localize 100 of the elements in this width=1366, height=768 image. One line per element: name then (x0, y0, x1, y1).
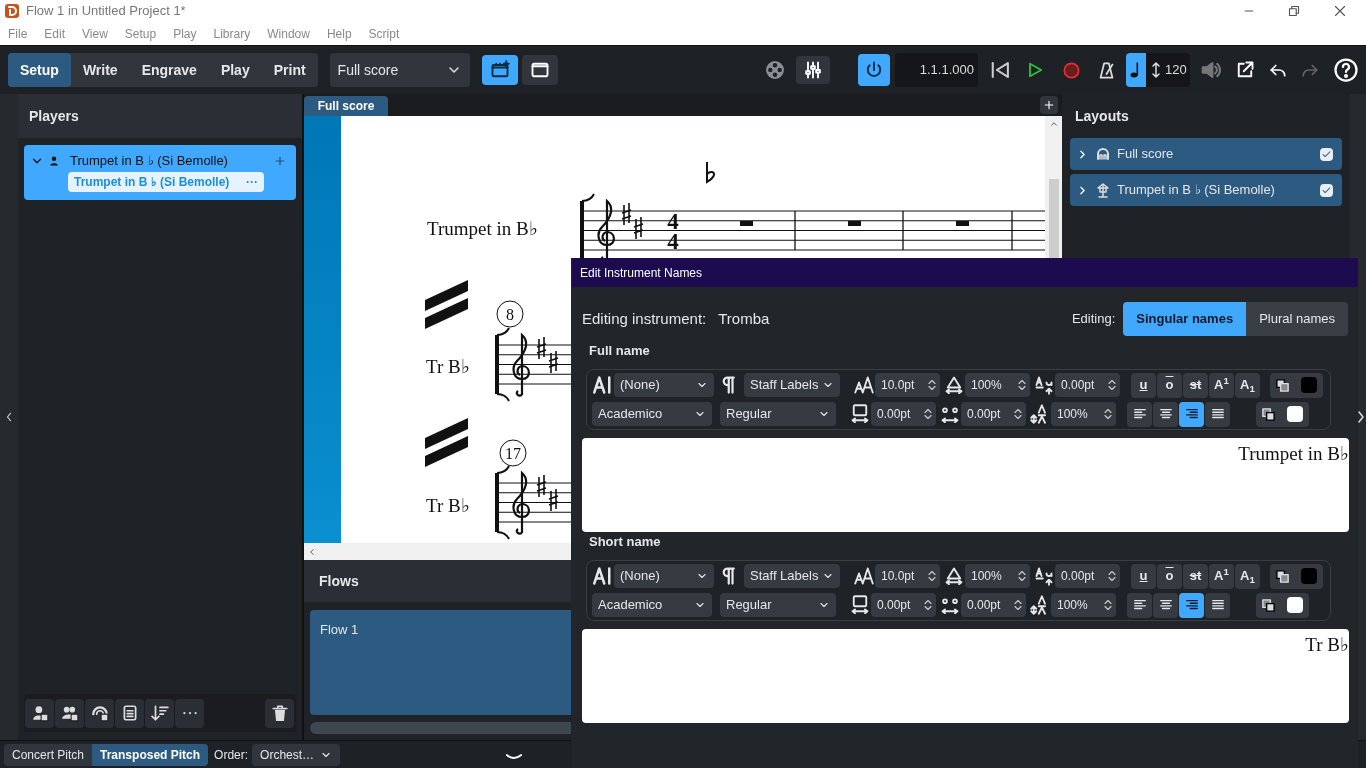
mixer-button[interactable] (796, 56, 830, 84)
metronome-icon[interactable] (1097, 60, 1116, 80)
style-dropdown[interactable]: Staff Labels (744, 373, 840, 397)
color-swatch-button[interactable] (1281, 592, 1309, 618)
number-field[interactable]: 10.0pt (875, 564, 940, 588)
align-button[interactable] (1179, 401, 1204, 427)
number-field[interactable]: 0.00pt (871, 402, 936, 426)
menu-item[interactable]: Script (368, 24, 400, 43)
align-button[interactable] (1153, 592, 1178, 618)
text-color-icon[interactable] (1275, 377, 1290, 393)
style-dropdown[interactable]: Regular (720, 402, 836, 426)
format-button[interactable]: A$^{1}$ (1209, 563, 1234, 589)
number-field[interactable]: 100% (965, 564, 1030, 588)
style-dropdown[interactable]: (None) (614, 373, 714, 397)
color-swatch-button[interactable] (1295, 372, 1323, 398)
align-button[interactable] (1153, 401, 1178, 427)
add-player-icon[interactable] (30, 704, 49, 722)
collapse-right-icon[interactable] (1358, 409, 1366, 425)
name-editor[interactable]: Trumpet in B♭ (582, 438, 1349, 532)
style-dropdown[interactable]: Academico (592, 402, 712, 426)
scroll-up-icon[interactable] (1048, 119, 1059, 129)
style-dropdown[interactable]: Regular (720, 593, 836, 617)
popout-icon[interactable] (1235, 60, 1255, 80)
align-button[interactable] (1205, 592, 1230, 618)
layout-item[interactable]: Full score (1070, 138, 1342, 170)
format-button[interactable]: A$^{1}$ (1209, 372, 1234, 398)
restore-icon[interactable] (1288, 5, 1300, 17)
format-button[interactable]: o (1157, 563, 1182, 589)
style-dropdown[interactable]: Academico (592, 593, 712, 617)
number-field[interactable]: 0.00pt (1055, 564, 1120, 588)
stepper-icon[interactable] (1012, 406, 1024, 422)
speaker-icon[interactable] (1200, 59, 1222, 81)
view-button[interactable] (521, 55, 558, 85)
pitch-toggle[interactable]: Transposed Pitch (92, 743, 209, 766)
checkbox[interactable] (1320, 183, 1333, 197)
number-field[interactable]: 0.00pt (961, 402, 1026, 426)
number-field[interactable]: 100% (1051, 593, 1116, 617)
format-button[interactable]: A$_{1}$ (1235, 372, 1260, 398)
view-button[interactable] (481, 55, 518, 85)
background-color-icon[interactable] (1261, 406, 1276, 422)
menu-item[interactable]: Setup (124, 24, 157, 43)
order-dropdown[interactable]: Orchest… (252, 743, 341, 766)
format-button[interactable]: st (1183, 372, 1208, 398)
stepper-icon[interactable] (1102, 597, 1114, 613)
style-dropdown[interactable]: (None) (614, 564, 714, 588)
menu-item[interactable]: Library (213, 24, 251, 43)
format-button[interactable]: u (1131, 372, 1156, 398)
mode-tab[interactable]: Play (208, 53, 262, 87)
format-button[interactable]: A$_{1}$ (1235, 563, 1260, 589)
add-tab-icon[interactable] (1043, 99, 1055, 111)
stepper-icon[interactable] (1106, 568, 1118, 584)
rewind-icon[interactable] (990, 59, 1012, 81)
layout-item[interactable]: Trumpet in B ♭ (Si Bemolle) (1070, 174, 1342, 206)
stepper-icon[interactable] (1016, 377, 1028, 393)
sort-icon[interactable] (150, 704, 169, 722)
player-card[interactable]: Trumpet in B ♭ (Si Bemolle) Trumpet in B ♭ (Si Bemolle) ··· (24, 145, 296, 200)
help-icon[interactable] (1334, 58, 1358, 82)
number-field[interactable]: 10.0pt (875, 373, 940, 397)
trash-icon[interactable] (270, 704, 289, 722)
number-field[interactable]: 0.00pt (871, 593, 936, 617)
stepper-icon[interactable] (922, 597, 934, 613)
record-icon[interactable] (1062, 60, 1081, 80)
align-button[interactable] (1127, 401, 1152, 427)
color-swatch-button[interactable] (1281, 401, 1309, 427)
align-button[interactable] (1205, 401, 1230, 427)
stepper-icon[interactable] (1016, 568, 1028, 584)
names-toggle[interactable]: Singular names (1123, 302, 1247, 336)
add-ensemble-icon[interactable] (90, 704, 109, 722)
plus-icon[interactable] (274, 155, 286, 167)
pitch-toggle[interactable]: Concert Pitch (4, 743, 93, 766)
checkbox[interactable] (1320, 147, 1333, 161)
stepper-icon[interactable] (1012, 597, 1024, 613)
number-field[interactable]: 0.00pt (1055, 373, 1120, 397)
add-group-icon[interactable] (60, 704, 79, 722)
activate-button[interactable] (858, 54, 890, 86)
number-field[interactable]: 100% (965, 373, 1030, 397)
format-button[interactable]: o (1157, 372, 1182, 398)
name-editor[interactable]: Tr B♭ (582, 629, 1349, 723)
menu-item[interactable]: Window (267, 24, 310, 43)
menu-item[interactable]: View (82, 24, 108, 43)
color-swatch-button[interactable] (1295, 563, 1323, 589)
background-color-icon[interactable] (1261, 597, 1276, 613)
mode-tab[interactable]: Setup (8, 53, 71, 87)
scroll-left-icon[interactable] (307, 546, 317, 557)
layout-tab[interactable]: Full score (304, 96, 388, 116)
stepper-icon[interactable] (926, 377, 938, 393)
layout-dropdown[interactable]: Full score (329, 53, 470, 87)
mode-tab[interactable]: Print (261, 53, 318, 87)
number-field[interactable]: 0.00pt (961, 593, 1026, 617)
stepper-icon[interactable] (1102, 406, 1114, 422)
format-button[interactable]: st (1183, 563, 1208, 589)
mode-tab[interactable]: Write (70, 53, 130, 87)
menu-item[interactable]: Edit (44, 24, 66, 43)
stepper-icon[interactable] (1106, 377, 1118, 393)
film-reel-icon[interactable] (764, 59, 786, 81)
style-dropdown[interactable]: Staff Labels (744, 564, 840, 588)
number-field[interactable]: 100% (1051, 402, 1116, 426)
mode-tab[interactable]: Engrave (129, 53, 209, 87)
align-button[interactable] (1127, 592, 1152, 618)
menu-item[interactable]: Play (173, 24, 197, 43)
